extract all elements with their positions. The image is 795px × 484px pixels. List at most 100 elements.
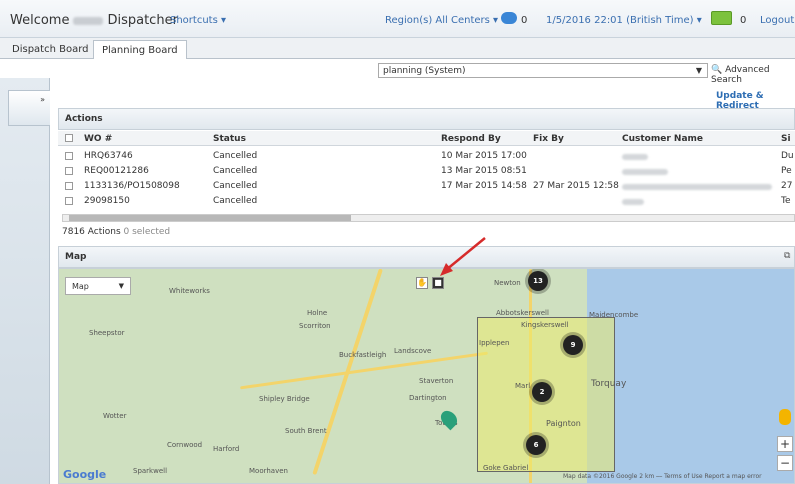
map-cluster[interactable]: 13 (528, 271, 548, 291)
street-view-pegman-icon[interactable] (779, 409, 791, 425)
search-icon: 🔍 (711, 65, 723, 75)
cell-respond-by: 17 Mar 2015 14:58 (441, 181, 527, 191)
col-site[interactable]: Si (781, 134, 791, 144)
map-label: Landscove (394, 347, 432, 355)
row-checkbox[interactable] (65, 197, 73, 205)
view-select[interactable]: planning (System) ▼ (378, 63, 708, 78)
map-label: Whiteworks (169, 287, 210, 295)
cell-customer-blurred (622, 153, 648, 163)
map-label: Ipplepen (479, 339, 510, 347)
chevron-down-icon: ▼ (695, 66, 702, 75)
actions-table-header: WO # Status Respond By Fix By Customer N… (58, 131, 795, 146)
hand-icon[interactable]: ✋ (416, 277, 428, 289)
select-all-checkbox[interactable] (65, 134, 73, 142)
map-view[interactable]: Map ▼ ✋ ■ Whiteworks Holne Scorriton Buc… (58, 268, 795, 484)
cell-status: Cancelled (213, 151, 258, 161)
scrollbar-thumb[interactable] (69, 215, 351, 221)
cell-wo: REQ00121286 (84, 166, 149, 176)
map-cluster[interactable]: 6 (526, 435, 546, 455)
table-row[interactable]: REQ00121286 Cancelled 13 Mar 2015 08:51 … (58, 166, 795, 178)
map-label: Goke Gabriel (483, 464, 529, 472)
top-bar: Welcome Dispatcher Shortcuts ▾ Region(s) … (0, 0, 795, 38)
map-label: Marl (515, 382, 531, 390)
tab-bar: Dispatch Board Planning Board (0, 38, 795, 59)
popout-icon[interactable]: ⧉ (784, 251, 790, 261)
role-label: Dispatcher (107, 13, 178, 28)
col-status[interactable]: Status (213, 134, 246, 144)
cell-customer-blurred (622, 168, 668, 178)
blurred-username (73, 16, 104, 25)
region-selector[interactable]: Region(s) All Centers ▾ (385, 15, 498, 26)
chat-count: 0 (521, 15, 528, 26)
advanced-search-button[interactable]: 🔍 Advanced Search (707, 63, 795, 85)
sidebar (0, 78, 50, 484)
cell-customer-blurred (622, 183, 772, 193)
map-label: Shipley Bridge (259, 395, 310, 403)
selection-square-icon[interactable]: ■ (432, 277, 444, 289)
cell-wo: 1133136/PO1508098 (84, 181, 180, 191)
cell-respond-by: 10 Mar 2015 17:00 (441, 151, 527, 161)
cell-fix-by: 27 Mar 2015 12:58 (533, 181, 619, 191)
map-label: Newton (494, 279, 521, 287)
table-row[interactable]: 1133136/PO1508098 Cancelled 17 Mar 2015 … (58, 181, 795, 193)
actions-panel-title: Actions (58, 108, 795, 130)
cell-status: Cancelled (213, 181, 258, 191)
map-label: Buckfastleigh (339, 351, 387, 359)
cell-site: Te (781, 196, 791, 206)
map-label: Maidencombe (589, 311, 639, 319)
map-label: South Brent (285, 427, 327, 435)
map-label: Abbotskerswell (496, 309, 549, 317)
col-respond-by[interactable]: Respond By (441, 134, 501, 144)
mail-count: 0 (740, 15, 747, 26)
cell-site: Du (781, 151, 794, 161)
map-type-value: Map (72, 282, 89, 291)
map-label: Torquay (591, 379, 627, 389)
view-select-value: planning (System) (383, 66, 466, 76)
row-checkbox[interactable] (65, 182, 73, 190)
sidebar-toggle[interactable]: » (8, 90, 50, 126)
cell-site: Pe (781, 166, 792, 176)
map-label: Sheepstor (89, 329, 125, 337)
table-row[interactable]: HRQ63746 Cancelled 10 Mar 2015 17:00 Du (58, 151, 795, 163)
map-cluster[interactable]: 2 (532, 382, 552, 402)
mail-icon[interactable] (711, 11, 732, 25)
zoom-out-button[interactable]: − (777, 455, 793, 471)
map-label: Moorhaven (249, 467, 288, 475)
map-label: Kingskerswell (521, 321, 569, 329)
google-logo: Google (63, 468, 107, 481)
chevron-down-icon: ▼ (118, 282, 124, 290)
map-attribution[interactable]: Map data ©2016 Google 2 km ⎯⎯ Terms of U… (563, 473, 762, 481)
map-label: Wotter (103, 412, 127, 420)
table-row[interactable]: 29098150 Cancelled Te (58, 196, 795, 208)
zoom-in-button[interactable]: + (777, 436, 793, 452)
row-checkbox[interactable] (65, 152, 73, 160)
map-label: Staverton (419, 377, 454, 385)
expand-icon: » (40, 95, 45, 104)
map-label: Scorriton (299, 322, 331, 330)
cell-status: Cancelled (213, 166, 258, 176)
selected-count: 0 selected (123, 227, 171, 237)
shortcuts-menu[interactable]: Shortcuts ▾ (170, 15, 226, 26)
cell-site: 27 (781, 181, 793, 191)
map-label: Dartington (409, 394, 447, 402)
map-label: Holne (307, 309, 328, 317)
datetime-selector[interactable]: 1/5/2016 22:01 (British Time) ▾ (546, 15, 702, 26)
col-customer-name[interactable]: Customer Name (622, 134, 703, 144)
chat-icon[interactable] (501, 12, 517, 24)
map-cluster[interactable]: 9 (563, 335, 583, 355)
cell-wo: HRQ63746 (84, 151, 133, 161)
welcome-text: Welcome Dispatcher (10, 13, 178, 28)
map-label: Cornwood (167, 441, 203, 449)
col-wo[interactable]: WO # (84, 134, 112, 144)
tab-dispatch-board[interactable]: Dispatch Board (4, 40, 97, 59)
cell-wo: 29098150 (84, 196, 130, 206)
welcome-label: Welcome (10, 13, 70, 28)
map-type-select[interactable]: Map ▼ (65, 277, 131, 295)
map-label: Sparkwell (133, 467, 168, 475)
tab-planning-board[interactable]: Planning Board (93, 40, 187, 59)
map-panel-title: Map (58, 246, 795, 268)
horizontal-scrollbar[interactable] (62, 214, 795, 222)
col-fix-by[interactable]: Fix By (533, 134, 564, 144)
row-checkbox[interactable] (65, 167, 73, 175)
logout-link[interactable]: Logout (760, 15, 794, 26)
